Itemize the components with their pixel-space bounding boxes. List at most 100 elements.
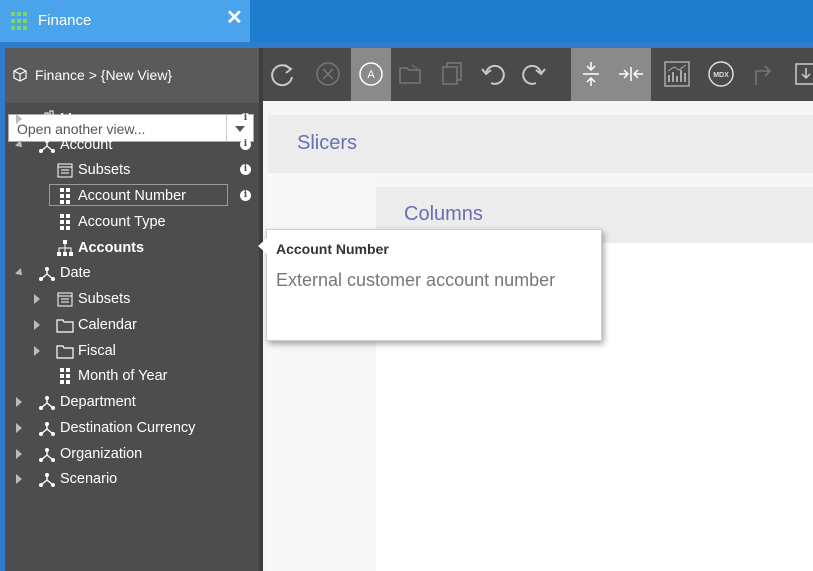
tree-item-organization[interactable]: Organization xyxy=(5,443,259,465)
tree-item-label: Account Type xyxy=(78,214,166,230)
export-button[interactable] xyxy=(743,48,783,101)
undo-icon xyxy=(481,64,505,85)
collapsed-arrow-icon[interactable] xyxy=(16,114,22,124)
tree-item-account-number[interactable]: Account Number i xyxy=(5,184,259,207)
chart-icon xyxy=(664,61,690,87)
open-folder-icon xyxy=(399,64,421,84)
dimension-icon xyxy=(39,422,55,436)
tree-item-label: Account xyxy=(60,137,113,153)
tree-item-account[interactable]: Account i xyxy=(5,134,259,156)
tree-item-calendar[interactable]: Calendar xyxy=(5,314,259,336)
redo-button[interactable] xyxy=(514,48,554,101)
tree-item-label: Department xyxy=(60,394,136,410)
tree-item-date[interactable]: Date xyxy=(5,262,259,284)
info-icon[interactable]: i xyxy=(240,113,251,124)
dimension-icon xyxy=(39,396,55,410)
tooltip-title: Account Number xyxy=(276,241,389,257)
collapsed-arrow-icon[interactable] xyxy=(16,423,22,433)
info-icon[interactable]: i xyxy=(240,190,251,201)
folder-icon xyxy=(56,319,74,333)
info-icon[interactable]: i xyxy=(240,139,251,150)
tree-item-label: Organization xyxy=(60,446,143,462)
mdx-button[interactable]: MDX xyxy=(701,48,741,101)
close-icon[interactable]: ✕ xyxy=(226,5,243,30)
tree-item-scenario[interactable]: Scenario xyxy=(5,468,259,490)
tree-item-label: Subsets xyxy=(78,162,131,178)
tree-item-label: Measures xyxy=(60,111,124,127)
tree-item-label: Fiscal xyxy=(78,343,116,359)
cube-icon xyxy=(13,67,27,82)
export-icon xyxy=(755,65,772,85)
grid-app-icon xyxy=(11,12,27,30)
tab-title: Finance xyxy=(38,12,92,29)
tree-item-destination-currency[interactable]: Destination Currency xyxy=(5,417,259,439)
tree-item-label: Destination Currency xyxy=(60,420,196,436)
copy-icon xyxy=(442,62,462,85)
refresh-button[interactable] xyxy=(263,48,303,101)
tree-item-label: Accounts xyxy=(78,240,145,256)
hierarchy-icon xyxy=(57,240,73,256)
chart-button[interactable] xyxy=(657,48,697,101)
tree-item-month-of-year[interactable]: Month of Year xyxy=(5,365,259,387)
automatic-recalc-icon: A xyxy=(359,62,383,86)
expanded-arrow-icon[interactable] xyxy=(15,140,25,150)
tree-item-label: Account Number xyxy=(78,188,186,204)
collapse-button[interactable] xyxy=(611,48,651,101)
collapse-icon xyxy=(619,67,643,81)
tree-item-department[interactable]: Department xyxy=(5,391,259,413)
attribute-icon xyxy=(60,188,70,204)
tree-item-accounts[interactable]: Accounts xyxy=(5,237,259,259)
tree-item-measures[interactable]: Measures i xyxy=(5,108,259,130)
expanded-arrow-icon[interactable] xyxy=(15,268,25,278)
open-folder-button[interactable] xyxy=(391,48,431,101)
subsets-icon xyxy=(57,292,73,307)
mdx-icon: MDX xyxy=(708,61,734,87)
svg-text:A: A xyxy=(367,69,375,81)
save-icon xyxy=(795,63,813,85)
title-bar: Finance ✕ xyxy=(0,0,813,42)
dimension-icon xyxy=(39,267,55,281)
collapsed-arrow-icon[interactable] xyxy=(34,346,40,356)
suppress-zeros-button[interactable] xyxy=(571,48,611,101)
tooltip-description: External customer account number xyxy=(276,270,556,290)
sidebar: Finance > {New View} Open another view..… xyxy=(5,48,259,571)
breadcrumb: Finance > {New View} xyxy=(35,67,173,83)
redo-icon xyxy=(522,64,546,85)
dimension-icon xyxy=(39,139,55,153)
refresh-icon xyxy=(271,64,293,87)
tree-item-label: Subsets xyxy=(78,291,131,307)
automatic-recalc-button[interactable]: A xyxy=(351,48,391,101)
save-button[interactable] xyxy=(786,48,813,101)
collapsed-arrow-icon[interactable] xyxy=(16,397,22,407)
columns-title: Columns xyxy=(404,203,483,225)
collapsed-arrow-icon[interactable] xyxy=(16,449,22,459)
cancel-icon xyxy=(316,62,340,86)
suppress-zeros-icon xyxy=(583,62,599,86)
tree-item-label: Calendar xyxy=(78,317,137,333)
tree-item-fiscal[interactable]: Fiscal xyxy=(5,340,259,362)
sidebar-header: Finance > {New View} xyxy=(5,48,259,103)
attribute-icon xyxy=(60,368,70,384)
subsets-icon xyxy=(57,163,73,178)
dimension-icon xyxy=(39,448,55,462)
cancel-button[interactable] xyxy=(308,48,348,101)
collapsed-arrow-icon[interactable] xyxy=(34,294,40,304)
copy-button[interactable] xyxy=(431,48,471,101)
tree-item-account-type[interactable]: Account Type xyxy=(5,211,259,233)
slicers-title: Slicers xyxy=(297,132,358,154)
slicers-drop-zone[interactable]: Slicers xyxy=(268,115,813,173)
collapsed-arrow-icon[interactable] xyxy=(34,320,40,330)
tree-item-label: Month of Year xyxy=(78,368,168,384)
svg-text:MDX: MDX xyxy=(713,72,729,79)
undo-button[interactable] xyxy=(473,48,513,101)
finance-tab[interactable]: Finance ✕ xyxy=(0,0,250,42)
toolbar: A MDX xyxy=(263,48,813,101)
tree-item-subsets[interactable]: Subsets i xyxy=(5,159,259,181)
info-tooltip: Account Number External customer account… xyxy=(258,229,602,341)
collapsed-arrow-icon[interactable] xyxy=(16,474,22,484)
measures-icon xyxy=(39,110,54,127)
tree-item-label: Scenario xyxy=(60,471,118,487)
attribute-icon xyxy=(60,214,70,230)
tree-item-subsets[interactable]: Subsets xyxy=(5,288,259,310)
info-icon[interactable]: i xyxy=(240,164,251,175)
